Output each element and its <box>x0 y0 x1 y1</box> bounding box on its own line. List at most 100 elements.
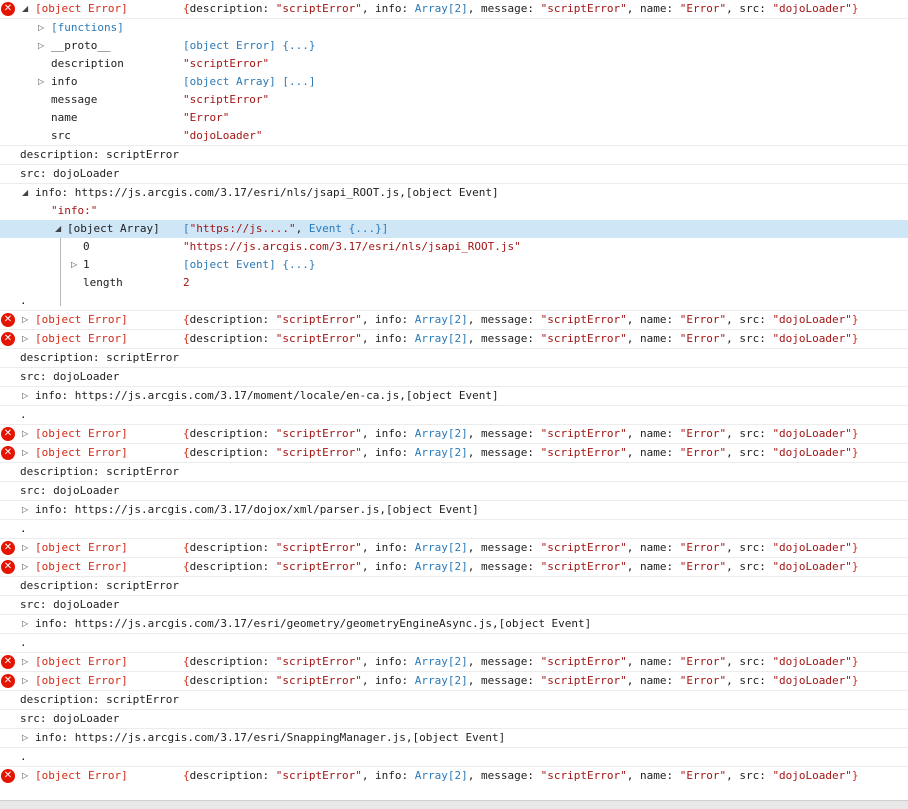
array-item-1[interactable]: ▷ 1 [object Event] {...} <box>0 256 908 274</box>
error-icon: ✕ <box>1 313 15 327</box>
triangle-collapsed-icon[interactable]: ▷ <box>38 73 44 91</box>
log-src: src: dojoLoader <box>0 165 908 184</box>
log-src: src: dojoLoader <box>0 482 908 501</box>
property-key: name <box>51 111 78 124</box>
tree-node-info[interactable]: ▷ info [object Array] [...] <box>0 73 908 91</box>
log-src: src: dojoLoader <box>0 596 908 615</box>
error-label[interactable]: [object Error] <box>35 539 128 557</box>
log-src: src: dojoLoader <box>0 710 908 729</box>
console-error-row[interactable]: ✕ ▷ [object Error] {description: "script… <box>0 330 908 349</box>
log-info[interactable]: ▷ info: https://js.arcgis.com/3.17/momen… <box>0 387 908 406</box>
error-label[interactable]: [object Error] <box>35 653 128 671</box>
error-summary: {description: "scriptError", info: Array… <box>183 655 859 668</box>
property-value: "scriptError" <box>183 57 270 70</box>
error-summary: {description: "scriptError", info: Array… <box>183 560 859 573</box>
tree-node-functions[interactable]: ▷ [functions] <box>0 19 908 37</box>
console-error-row[interactable]: ✕ ▷ [object Error] {description: "script… <box>0 311 908 330</box>
triangle-collapsed-icon[interactable]: ▷ <box>22 501 28 519</box>
array-item-0: 0 "https://js.arcgis.com/3.17/esri/nls/j… <box>83 240 521 253</box>
log-description: description: scriptError <box>0 349 908 368</box>
tree-node-proto[interactable]: ▷ __proto__ [object Error] {...} <box>0 37 908 55</box>
property-value: "Error" <box>183 111 230 124</box>
triangle-collapsed-icon[interactable]: ▷ <box>22 444 28 462</box>
error-icon: ✕ <box>1 769 15 783</box>
functions-label[interactable]: [functions] <box>51 19 124 37</box>
triangle-collapsed-icon[interactable]: ▷ <box>22 539 28 557</box>
triangle-collapsed-icon[interactable]: ▷ <box>22 672 28 690</box>
error-label[interactable]: [object Error] <box>35 311 128 329</box>
error-label[interactable]: [object Error] <box>35 0 128 18</box>
triangle-collapsed-icon[interactable]: ▷ <box>22 311 28 329</box>
log-info-expanded[interactable]: ◢ info: https://js.arcgis.com/3.17/esri/… <box>0 184 908 202</box>
error-summary: {description: "scriptError", info: Array… <box>183 313 859 326</box>
property-value: [object Error] {...} <box>183 39 316 52</box>
triangle-collapsed-icon[interactable]: ▷ <box>22 558 28 576</box>
error-label[interactable]: [object Error] <box>35 425 128 443</box>
array-label: [object Array] <box>67 222 160 235</box>
error-icon: ✕ <box>1 655 15 669</box>
triangle-collapsed-icon[interactable]: ▷ <box>22 729 28 747</box>
error-icon: ✕ <box>1 560 15 574</box>
property-value: [object Array] [...] <box>183 75 316 88</box>
error-icon: ✕ <box>1 332 15 346</box>
error-summary: {description: "scriptError", info: Array… <box>183 427 859 440</box>
triangle-collapsed-icon[interactable]: ▷ <box>38 37 44 55</box>
property-key: src <box>51 129 71 142</box>
log-dot: . <box>0 406 908 425</box>
log-dot: . <box>0 292 908 311</box>
console-error-row[interactable]: ✕ ▷ [object Error] {description: "script… <box>0 558 908 577</box>
error-summary: {description: "scriptError", info: Array… <box>183 769 859 782</box>
error-summary: {description: "scriptError", info: Array… <box>183 2 859 15</box>
console-error-row[interactable]: ✕ ▷ [object Error] {description: "script… <box>0 539 908 558</box>
error-icon: ✕ <box>1 2 15 16</box>
error-summary: {description: "scriptError", info: Array… <box>183 446 859 459</box>
log-description: description: scriptError <box>0 146 908 165</box>
info-array-node-selected[interactable]: ◢ [object Array] ["https://js....", Even… <box>0 220 908 238</box>
triangle-collapsed-icon[interactable]: ▷ <box>22 387 28 405</box>
error-label[interactable]: [object Error] <box>35 558 128 576</box>
error-icon: ✕ <box>1 427 15 441</box>
array-item-length: length 2 <box>83 276 190 289</box>
info-tree-header: "info:" <box>51 204 98 217</box>
property-key: message <box>51 93 98 106</box>
triangle-collapsed-icon[interactable]: ▷ <box>22 767 28 785</box>
triangle-collapsed-icon[interactable]: ▷ <box>38 19 44 37</box>
console-error-row[interactable]: ✕ ▷ [object Error] {description: "script… <box>0 444 908 463</box>
array-preview: ["https://js....", Event {...}] <box>183 222 389 235</box>
console-error-row[interactable]: ✕ ▷ [object Error] {description: "script… <box>0 672 908 691</box>
console-error-row[interactable]: ✕ ▷ [object Error] {description: "script… <box>0 425 908 444</box>
triangle-collapsed-icon[interactable]: ▷ <box>22 425 28 443</box>
triangle-expanded-icon[interactable]: ◢ <box>55 220 61 238</box>
error-label[interactable]: [object Error] <box>35 330 128 348</box>
triangle-collapsed-icon[interactable]: ▷ <box>22 653 28 671</box>
error-summary: {description: "scriptError", info: Array… <box>183 332 859 345</box>
error-summary: {description: "scriptError", info: Array… <box>183 674 859 687</box>
triangle-expanded-icon[interactable]: ◢ <box>22 0 28 18</box>
error-label[interactable]: [object Error] <box>35 444 128 462</box>
error-icon: ✕ <box>1 446 15 460</box>
tree-node-description: description "scriptError" <box>0 55 908 73</box>
triangle-expanded-icon[interactable]: ◢ <box>22 184 28 202</box>
log-description: description: scriptError <box>0 577 908 596</box>
triangle-collapsed-icon[interactable]: ▷ <box>22 330 28 348</box>
log-info[interactable]: ▷ info: https://js.arcgis.com/3.17/esri/… <box>0 729 908 748</box>
console-error-row[interactable]: ✕ ▷ [object Error] {description: "script… <box>0 767 908 785</box>
log-info[interactable]: ▷ info: https://js.arcgis.com/3.17/esri/… <box>0 615 908 634</box>
property-key: info <box>51 75 78 88</box>
triangle-collapsed-icon[interactable]: ▷ <box>71 256 77 274</box>
tree-node-message: message "scriptError" <box>0 91 908 109</box>
log-dot: . <box>0 748 908 767</box>
log-info[interactable]: ▷ info: https://js.arcgis.com/3.17/dojox… <box>0 501 908 520</box>
log-description: description: scriptError <box>0 691 908 710</box>
tree-node-src: src "dojoLoader" <box>0 127 908 146</box>
property-key: __proto__ <box>51 39 111 52</box>
error-label[interactable]: [object Error] <box>35 767 128 785</box>
tree-node-name: name "Error" <box>0 109 908 127</box>
error-icon: ✕ <box>1 541 15 555</box>
property-key: description <box>51 57 124 70</box>
console-error-row[interactable]: ✕ ◢ [object Error] {description: "script… <box>0 0 908 19</box>
triangle-collapsed-icon[interactable]: ▷ <box>22 615 28 633</box>
console-error-row[interactable]: ✕ ▷ [object Error] {description: "script… <box>0 653 908 672</box>
error-label[interactable]: [object Error] <box>35 672 128 690</box>
log-dot: . <box>0 634 908 653</box>
